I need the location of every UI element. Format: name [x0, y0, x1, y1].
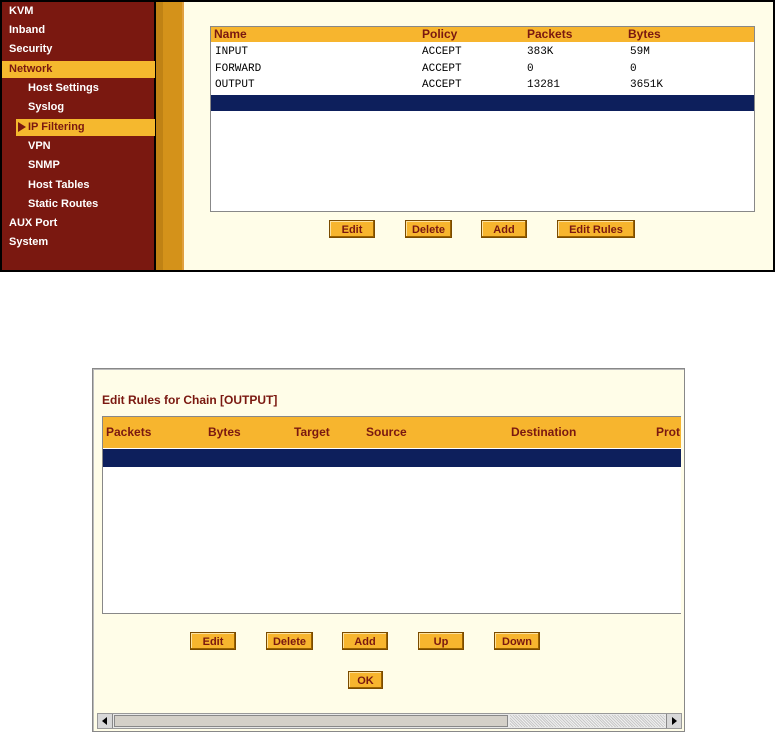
- cell-bytes: 0: [630, 63, 637, 75]
- cell-packets: 0: [527, 63, 534, 75]
- col-header-destination: Destination: [511, 425, 577, 439]
- sidebar-item-syslog[interactable]: Syslog: [28, 99, 64, 116]
- sidebar-item-snmp[interactable]: SNMP: [28, 157, 60, 174]
- cell-bytes: 59M: [630, 46, 650, 58]
- arrow-right-icon: [672, 717, 677, 725]
- scroll-right-button[interactable]: [666, 714, 681, 728]
- edit-rules-dialog: Edit Rules for Chain [OUTPUT] Packets By…: [92, 368, 685, 732]
- col-header-protocol: Prot: [656, 425, 680, 439]
- cell-name: FORWARD: [215, 63, 262, 75]
- move-down-button[interactable]: Down: [494, 632, 540, 650]
- scrollbar-thumb[interactable]: [114, 715, 508, 727]
- horizontal-scrollbar[interactable]: [97, 713, 682, 729]
- selected-empty-row[interactable]: [103, 449, 681, 467]
- table-row[interactable]: FORWARD ACCEPT 0 0: [211, 61, 754, 77]
- content-panel: Name Policy Packets Bytes INPUT ACCEPT 3…: [182, 2, 773, 270]
- add-chain-button[interactable]: Add: [481, 220, 527, 238]
- sidebar-item-host-settings[interactable]: Host Settings: [28, 80, 99, 97]
- table-row[interactable]: INPUT ACCEPT 383K 59M: [211, 44, 754, 60]
- sidebar-item-network[interactable]: Network: [2, 61, 155, 78]
- col-header-bytes: Bytes: [628, 27, 661, 41]
- cell-policy: ACCEPT: [422, 63, 462, 75]
- sidebar-item-inband[interactable]: Inband: [9, 22, 45, 39]
- cell-bytes: 3651K: [630, 79, 664, 91]
- selected-arrow-icon: [18, 122, 26, 132]
- selected-empty-row[interactable]: [211, 95, 754, 111]
- chains-table: Name Policy Packets Bytes INPUT ACCEPT 3…: [210, 26, 755, 212]
- add-rule-button[interactable]: Add: [342, 632, 388, 650]
- col-header-source: Source: [366, 425, 407, 439]
- sidebar: KVM Inband Security Network Host Setting…: [2, 2, 155, 270]
- move-up-button[interactable]: Up: [418, 632, 464, 650]
- delete-rule-button[interactable]: Delete: [266, 632, 313, 650]
- edit-chain-button[interactable]: Edit: [329, 220, 375, 238]
- sidebar-item-ip-filtering[interactable]: IP Filtering: [16, 119, 155, 136]
- ip-filtering-screen: KVM Inband Security Network Host Setting…: [0, 0, 775, 272]
- sidebar-item-label: IP Filtering: [28, 121, 85, 133]
- cell-name: OUTPUT: [215, 79, 255, 91]
- edit-rules-button[interactable]: Edit Rules: [557, 220, 635, 238]
- col-header-packets: Packets: [527, 27, 573, 41]
- sidebar-item-host-tables[interactable]: Host Tables: [28, 177, 90, 194]
- arrow-left-icon: [102, 717, 107, 725]
- dialog-title: Edit Rules for Chain [OUTPUT]: [102, 393, 278, 407]
- col-header-target: Target: [294, 425, 330, 439]
- sidebar-item-security[interactable]: Security: [9, 41, 52, 58]
- cell-packets: 13281: [527, 79, 561, 91]
- sidebar-item-system[interactable]: System: [9, 234, 48, 251]
- ok-button[interactable]: OK: [348, 671, 383, 689]
- sidebar-item-static-routes[interactable]: Static Routes: [28, 196, 98, 213]
- cell-policy: ACCEPT: [422, 79, 462, 91]
- cell-packets: 383K: [527, 46, 554, 58]
- cell-policy: ACCEPT: [422, 46, 462, 58]
- col-header-policy: Policy: [422, 27, 458, 41]
- rules-table: Packets Bytes Target Source Destination …: [102, 416, 681, 614]
- scroll-left-button[interactable]: [98, 714, 113, 728]
- sidebar-item-vpn[interactable]: VPN: [28, 138, 51, 155]
- col-header-packets: Packets: [106, 425, 152, 439]
- cell-name: INPUT: [215, 46, 249, 58]
- frame-divider-shadow: [156, 2, 163, 270]
- sidebar-item-aux-port[interactable]: AUX Port: [9, 215, 57, 232]
- rules-table-header: Packets Bytes Target Source Destination …: [103, 417, 681, 448]
- edit-rule-button[interactable]: Edit: [190, 632, 236, 650]
- delete-chain-button[interactable]: Delete: [405, 220, 452, 238]
- chains-table-header: Name Policy Packets Bytes: [211, 27, 754, 42]
- col-header-name: Name: [214, 27, 247, 41]
- col-header-bytes: Bytes: [208, 425, 241, 439]
- table-row[interactable]: OUTPUT ACCEPT 13281 3651K: [211, 77, 754, 93]
- scrollbar-track[interactable]: [510, 715, 665, 727]
- sidebar-item-kvm[interactable]: KVM: [9, 3, 33, 20]
